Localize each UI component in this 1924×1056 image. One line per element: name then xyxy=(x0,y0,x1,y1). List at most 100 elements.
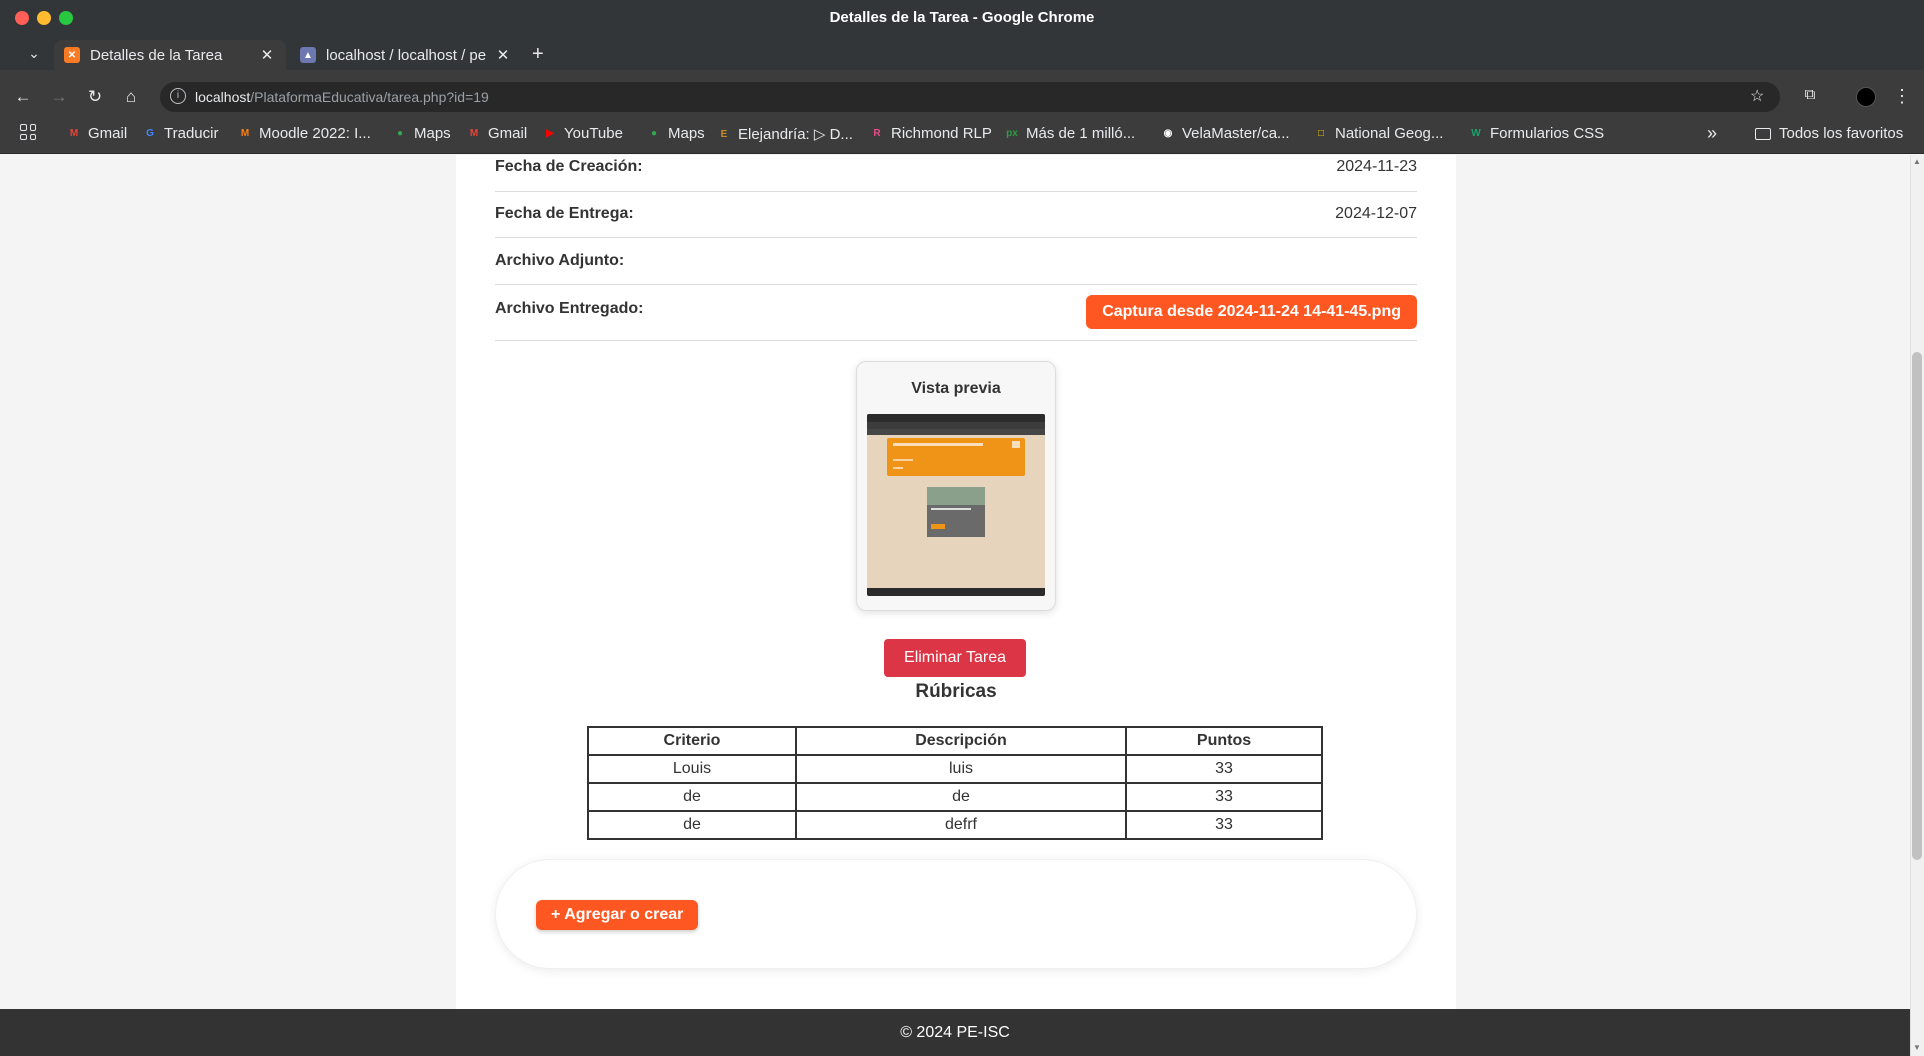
home-icon[interactable]: ⌂ xyxy=(120,86,142,108)
detail-label: Fecha de Creación: xyxy=(495,158,643,175)
delivered-file-button[interactable]: Captura desde 2024-11-24 14-41-45.png xyxy=(1086,295,1417,329)
maps-icon: ● xyxy=(396,128,404,139)
more-bookmarks-icon[interactable]: » xyxy=(1707,123,1717,144)
extensions-icon[interactable]: ⧉ xyxy=(1800,86,1820,106)
moodle-icon: M xyxy=(240,128,250,139)
bookmark-item[interactable]: ● Maps xyxy=(646,125,705,142)
add-or-create-button[interactable]: + Agregar o crear xyxy=(536,900,699,930)
detail-archivo-entregado: Archivo Entregado: Captura desde 2024-11… xyxy=(495,285,1417,341)
gmail-icon: M xyxy=(469,128,479,139)
richmond-icon: R xyxy=(873,128,881,139)
table-cell: 33 xyxy=(1125,810,1323,840)
maps-icon: ● xyxy=(650,128,658,139)
bookmark-label: Richmond RLP xyxy=(891,125,992,142)
bookmark-item[interactable]: E Elejandría: ▷ D... xyxy=(716,125,853,143)
address-url[interactable]: localhost/PlataformaEducativa/tarea.php?… xyxy=(195,89,489,105)
tab-strip: ⌄ ✕ Detalles de la Tarea ✕ ▲ localhost /… xyxy=(0,36,1924,70)
new-tab-icon[interactable]: + xyxy=(532,44,544,64)
all-bookmarks-folder[interactable]: Todos los favoritos xyxy=(1755,125,1903,142)
back-icon[interactable]: ← xyxy=(12,86,34,108)
w-icon: W xyxy=(1471,128,1481,139)
table-cell: 33 xyxy=(1125,754,1323,784)
add-panel: + Agregar o crear xyxy=(495,859,1417,969)
close-tab-icon[interactable]: ✕ xyxy=(494,46,512,64)
folder-icon xyxy=(1755,127,1771,140)
table-cell: 33 xyxy=(1125,782,1323,812)
tab-label: localhost / localhost / pe xyxy=(326,46,487,64)
table-header-row: Criterio Descripción Puntos xyxy=(587,726,1323,756)
bookmark-label: Traducir xyxy=(164,125,219,142)
column-header: Descripción xyxy=(795,726,1127,756)
bookmark-label: Maps xyxy=(414,125,451,142)
rubricas-heading: Rúbricas xyxy=(915,681,997,702)
translate-icon: G xyxy=(146,128,154,139)
bookmark-label: YouTube xyxy=(564,125,623,142)
bookmark-star-icon[interactable]: ☆ xyxy=(1750,86,1764,106)
book-icon: E xyxy=(720,128,728,140)
screenshot-thumbnail-image xyxy=(867,414,1045,596)
folder-label: Todos los favoritos xyxy=(1779,125,1904,142)
detail-label: Fecha de Entrega: xyxy=(495,205,634,222)
table-row: Louis luis 33 xyxy=(587,754,1323,784)
detail-value: 2024-11-23 xyxy=(1336,158,1417,175)
apps-grid-icon[interactable] xyxy=(20,124,36,140)
bookmark-item[interactable]: ● Maps xyxy=(392,125,451,142)
xampp-icon: ✕ xyxy=(64,47,80,63)
px-icon: px xyxy=(1006,128,1018,139)
bookmark-label: Moodle 2022: I... xyxy=(259,125,371,142)
bookmark-label: Formularios CSS xyxy=(1490,125,1605,142)
bookmark-label: Maps xyxy=(668,125,705,142)
bookmark-item[interactable]: M Gmail xyxy=(466,125,527,142)
detail-fecha-entrega: Fecha de Entrega: 2024-12-07 xyxy=(495,192,1417,238)
bookmark-item[interactable]: G Traducir xyxy=(142,125,218,142)
table-row: de defrf 33 xyxy=(587,810,1323,840)
page-footer: © 2024 PE-ISC xyxy=(0,1009,1910,1056)
github-icon: ◉ xyxy=(1163,128,1173,139)
tab-phpmyadmin[interactable]: ▲ localhost / localhost / pe ✕ xyxy=(290,40,522,70)
tab-label: Detalles de la Tarea xyxy=(90,46,223,64)
bookmark-item[interactable]: M Moodle 2022: I... xyxy=(237,125,371,142)
task-details-container: Fecha de Creación: 2024-11-23 Fecha de E… xyxy=(456,155,1456,1011)
preview-thumbnail[interactable] xyxy=(867,414,1045,596)
table-row: de de 33 xyxy=(587,782,1323,812)
profile-avatar[interactable] xyxy=(1856,87,1876,107)
detail-value: 2024-12-07 xyxy=(1335,205,1417,222)
table-cell: luis xyxy=(795,754,1127,784)
rubric-table: Criterio Descripción Puntos Louis luis 3… xyxy=(587,726,1323,840)
column-header: Puntos xyxy=(1125,726,1323,756)
table-cell: de xyxy=(587,782,797,812)
close-tab-icon[interactable]: ✕ xyxy=(258,46,276,64)
bookmark-item[interactable]: ◉ VelaMaster/ca... xyxy=(1160,125,1290,142)
bookmark-item[interactable]: □ National Geog... xyxy=(1313,125,1443,142)
tab-detalles-tarea[interactable]: ✕ Detalles de la Tarea ✕ xyxy=(54,40,286,70)
preview-card: Vista previa xyxy=(856,361,1056,611)
phpmyadmin-icon: ▲ xyxy=(300,47,316,63)
menu-kebab-icon[interactable]: ⋮ xyxy=(1893,86,1911,107)
bookmark-item[interactable]: px Más de 1 milló... xyxy=(1004,125,1135,142)
bookmark-label: Elejandría: ▷ D... xyxy=(738,126,853,143)
reload-icon[interactable]: ↻ xyxy=(84,86,106,108)
detail-archivo-adjunto: Archivo Adjunto: xyxy=(495,238,1417,285)
window-titlebar: Detalles de la Tarea - Google Chrome xyxy=(0,0,1924,36)
bookmark-item[interactable]: W Formularios CSS xyxy=(1468,125,1604,142)
bookmark-label: National Geog... xyxy=(1335,125,1444,142)
delete-task-button[interactable]: Eliminar Tarea xyxy=(884,639,1026,677)
tab-search-chevron-icon[interactable]: ⌄ xyxy=(22,42,46,64)
table-cell: de xyxy=(587,810,797,840)
bookmark-item[interactable]: ▶ YouTube xyxy=(542,125,623,142)
bookmark-item[interactable]: M Gmail xyxy=(66,125,127,142)
scroll-down-arrow-icon[interactable]: ▼ xyxy=(1913,1043,1921,1052)
bookmark-label: Más de 1 milló... xyxy=(1026,125,1136,142)
table-cell: Louis xyxy=(587,754,797,784)
site-info-icon[interactable]: i xyxy=(170,88,186,104)
table-cell: de xyxy=(795,782,1127,812)
table-cell: defrf xyxy=(795,810,1127,840)
scroll-up-arrow-icon[interactable]: ▲ xyxy=(1913,157,1921,166)
bookmark-item[interactable]: R Richmond RLP xyxy=(869,125,992,142)
bookmark-label: Gmail xyxy=(488,125,528,142)
page-viewport: Fecha de Creación: 2024-11-23 Fecha de E… xyxy=(0,155,1910,1056)
bookmark-label: VelaMaster/ca... xyxy=(1182,125,1290,142)
bookmark-label: Gmail xyxy=(88,125,128,142)
forward-icon[interactable]: → xyxy=(48,86,70,108)
scrollbar-thumb[interactable] xyxy=(1912,352,1922,860)
